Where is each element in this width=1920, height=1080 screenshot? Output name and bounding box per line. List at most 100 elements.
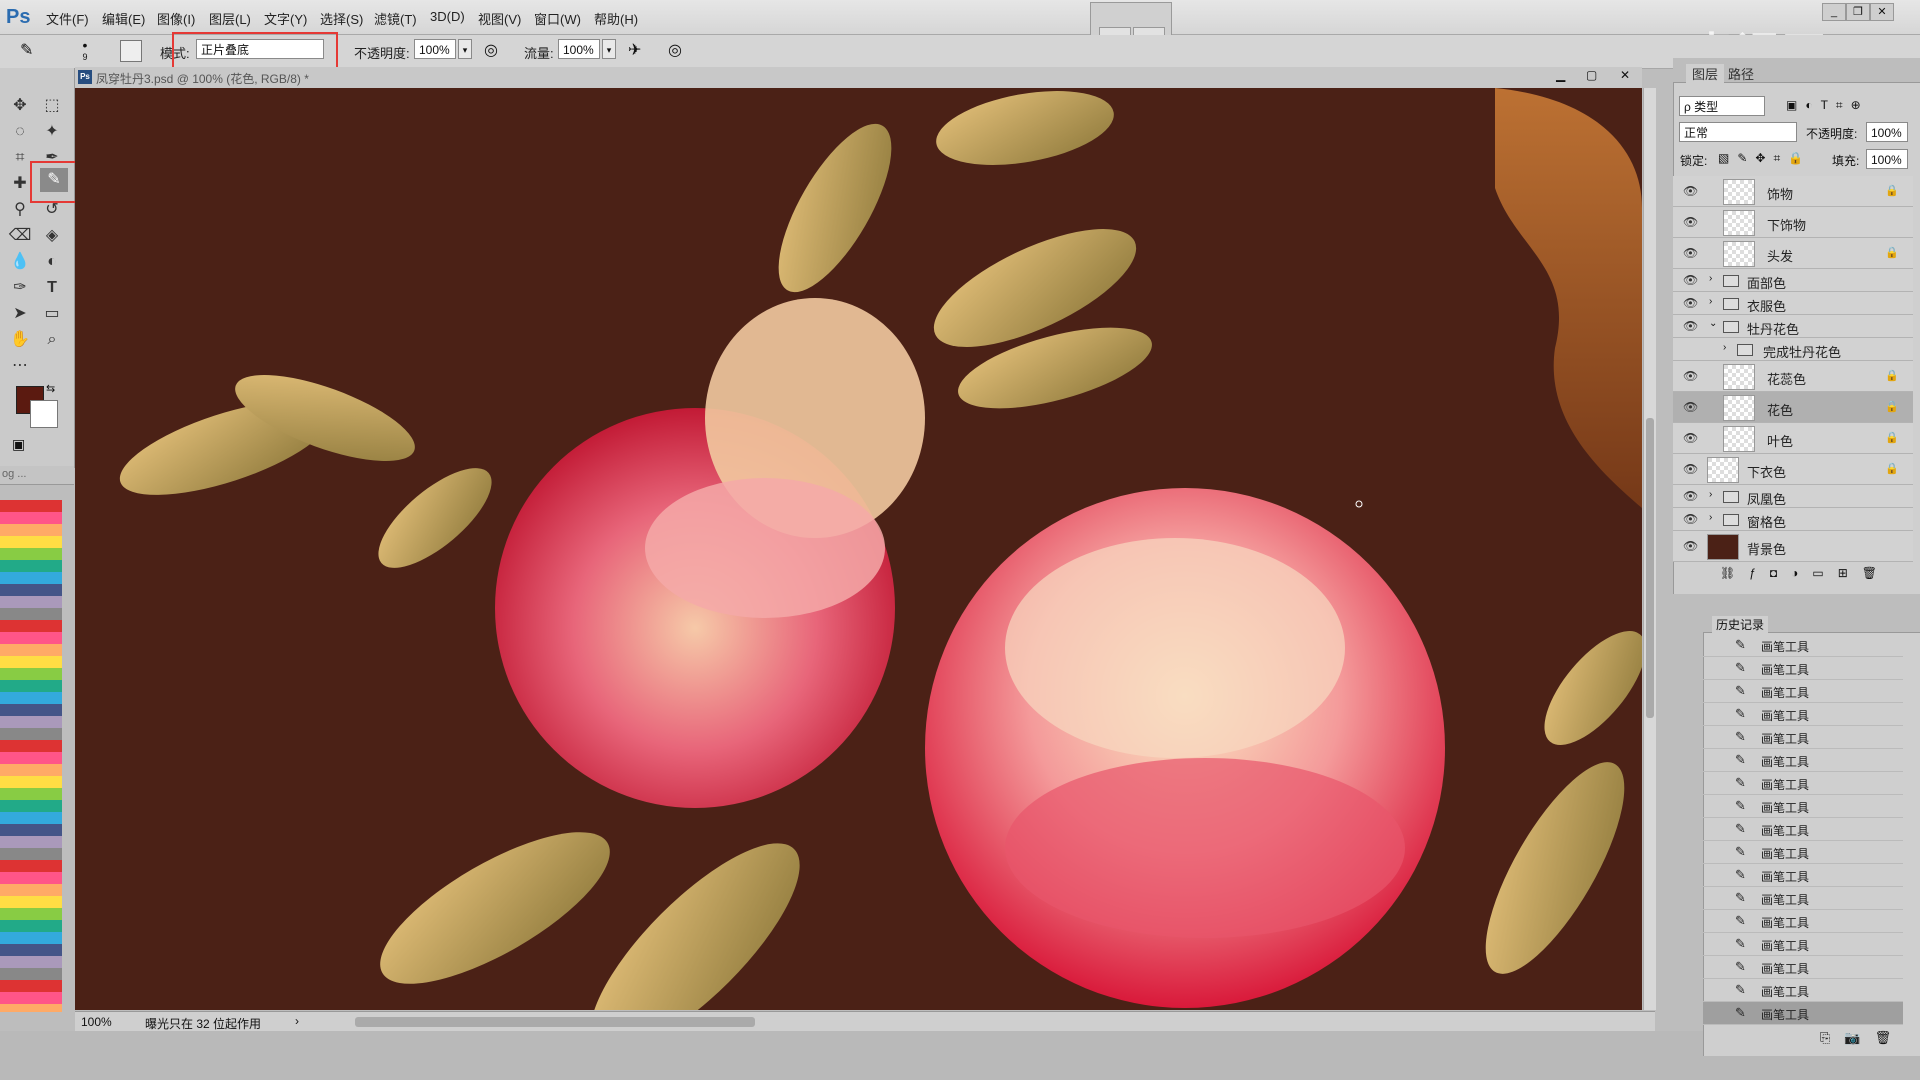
history-item[interactable]: ✎ 画笔工具 [1703, 887, 1903, 910]
more-tools-icon[interactable]: ⋯ [6, 354, 34, 378]
layer-actions-icons[interactable]: ⛓ƒ◘◑▭⊞🗑 [1720, 566, 1891, 580]
marquee-tool-icon[interactable]: ⬚ [38, 94, 66, 118]
layer-row[interactable]: 👁 饰物 🔒 [1673, 176, 1913, 207]
flow-input[interactable]: 100% [558, 39, 600, 59]
history-item[interactable]: ✎ 画笔工具 [1703, 703, 1903, 726]
layer-fill-input[interactable]: 100% [1866, 149, 1908, 169]
tab-paths[interactable]: 路径 [1728, 64, 1754, 83]
pen-tool-icon[interactable]: ✑ [6, 276, 34, 300]
tab-history[interactable]: 历史记录 [1712, 616, 1769, 633]
swap-colors-icon[interactable]: ⇆ [46, 382, 55, 395]
collapse-chevron-icon[interactable]: ⌄ [1709, 318, 1717, 329]
opacity-input[interactable]: 100% [414, 39, 456, 59]
path-selection-tool-icon[interactable]: ➤ [6, 302, 34, 326]
zoom-level[interactable]: 100% [81, 1015, 112, 1029]
pressure-opacity-icon[interactable]: ◎ [484, 40, 498, 60]
visibility-eye-icon[interactable]: 👁 [1683, 462, 1698, 476]
history-item[interactable]: ✎ 画笔工具 [1703, 933, 1903, 956]
hand-tool-icon[interactable]: ✋ [6, 328, 34, 352]
status-menu-arrow-icon[interactable]: › [295, 1014, 299, 1028]
menu-view[interactable]: 视图(V) [478, 9, 521, 28]
zoom-tool-icon[interactable]: ⌕ [38, 328, 66, 352]
history-item[interactable]: ✎ 画笔工具 [1703, 726, 1903, 749]
history-item[interactable]: ✎ 画笔工具 [1703, 680, 1903, 703]
lasso-tool-icon[interactable]: ◌ [6, 120, 34, 144]
menu-edit[interactable]: 编辑(E) [102, 9, 145, 28]
layer-group-row[interactable]: 👁 ⌄ 牡丹花色 [1673, 315, 1913, 338]
visibility-eye-icon[interactable]: 👁 [1683, 184, 1698, 198]
history-item[interactable]: ✎ 画笔工具 [1703, 634, 1903, 657]
type-tool-icon[interactable]: T [38, 276, 66, 300]
history-item[interactable]: ✎ 画笔工具 [1703, 910, 1903, 933]
dodge-tool-icon[interactable]: ◐ [38, 250, 66, 274]
visibility-eye-icon[interactable]: 👁 [1683, 539, 1698, 553]
pressure-size-icon[interactable]: ◎ [668, 40, 682, 60]
visibility-eye-icon[interactable]: 👁 [1683, 431, 1698, 445]
layer-row[interactable]: 👁 下饰物 [1673, 207, 1913, 238]
layer-row[interactable]: 👁 头发 🔒 [1673, 238, 1913, 269]
layer-row-selected[interactable]: 👁 花色 🔒 [1673, 392, 1913, 423]
brush-panel-toggle-icon[interactable] [120, 40, 142, 62]
layer-group-row[interactable]: › 完成牡丹花色 [1673, 338, 1913, 361]
visibility-eye-icon[interactable]: 👁 [1683, 215, 1698, 229]
layer-group-row[interactable]: 👁 › 窗格色 [1673, 508, 1913, 531]
eraser-tool-icon[interactable]: ⌫ [6, 224, 34, 248]
menu-select[interactable]: 选择(S) [320, 9, 363, 28]
paint-bucket-tool-icon[interactable]: ◈ [38, 224, 66, 248]
history-item[interactable]: ✎ 画笔工具 [1703, 956, 1903, 979]
expand-chevron-icon[interactable]: › [1709, 512, 1712, 523]
document-canvas[interactable] [75, 88, 1642, 1010]
airbrush-icon[interactable]: ✈ [628, 40, 641, 60]
layer-filter-select[interactable]: ρ 类型 [1679, 96, 1765, 116]
tab-layers[interactable]: 图层 [1686, 64, 1725, 83]
magic-wand-tool-icon[interactable]: ✦ [38, 120, 66, 144]
clone-stamp-tool-icon[interactable]: ⚲ [6, 198, 34, 222]
blend-mode-select[interactable]: 正常 [1679, 122, 1797, 142]
visibility-eye-icon[interactable]: 👁 [1683, 400, 1698, 414]
flow-dropdown-icon[interactable]: ▾ [602, 39, 616, 59]
menu-file[interactable]: 文件(F) [46, 9, 89, 28]
menu-help[interactable]: 帮助(H) [594, 9, 638, 28]
doc-restore-button[interactable]: ▢ [1586, 68, 1597, 82]
opacity-dropdown-icon[interactable]: ▾ [458, 39, 472, 59]
history-item[interactable]: ✎ 画笔工具 [1703, 657, 1903, 680]
screen-mode-icon[interactable]: ▣ [12, 436, 25, 453]
canvas-vertical-scrollbar[interactable] [1643, 88, 1656, 1010]
visibility-eye-icon[interactable]: 👁 [1683, 246, 1698, 260]
doc-close-button[interactable]: ✕ [1620, 68, 1630, 82]
visibility-eye-icon[interactable]: 👁 [1683, 273, 1698, 287]
visibility-eye-icon[interactable]: 👁 [1683, 296, 1698, 310]
layer-filter-icons[interactable]: ▣◐T⌗⊕ [1786, 98, 1869, 113]
history-item[interactable]: ✎ 画笔工具 [1703, 772, 1903, 795]
layer-group-row[interactable]: 👁 › 凤凰色 [1673, 485, 1913, 508]
horizontal-scrollbar[interactable] [355, 1017, 755, 1027]
rectangle-tool-icon[interactable]: ▭ [38, 302, 66, 326]
menu-image[interactable]: 图像(I) [157, 9, 195, 28]
menu-window[interactable]: 窗口(W) [534, 9, 581, 28]
layer-row[interactable]: 👁 叶色 🔒 [1673, 423, 1913, 454]
move-tool-icon[interactable]: ✥ [6, 94, 34, 118]
layer-row[interactable]: 👁 下衣色 🔒 [1673, 454, 1913, 485]
brush-size-picker[interactable]: • 9 [70, 38, 100, 64]
history-item-current[interactable]: ✎ 画笔工具 [1703, 1002, 1903, 1025]
expand-chevron-icon[interactable]: › [1723, 342, 1726, 353]
menu-filter[interactable]: 滤镜(T) [374, 9, 417, 28]
history-item[interactable]: ✎ 画笔工具 [1703, 979, 1903, 1002]
brush-tool-preset-icon[interactable]: ✎ [20, 40, 46, 62]
layer-opacity-input[interactable]: 100% [1866, 122, 1908, 142]
document-tab[interactable] [75, 67, 1642, 89]
menu-3d[interactable]: 3D(D) [430, 9, 465, 24]
history-actions-icons[interactable]: ⎘📷🗑 [1820, 1030, 1905, 1046]
expand-chevron-icon[interactable]: › [1709, 296, 1712, 307]
history-item[interactable]: ✎ 画笔工具 [1703, 795, 1903, 818]
scrollbar-thumb[interactable] [1646, 418, 1654, 718]
background-color-swatch[interactable] [30, 400, 58, 428]
menu-type[interactable]: 文字(Y) [264, 9, 307, 28]
visibility-eye-icon[interactable]: 👁 [1683, 369, 1698, 383]
visibility-eye-icon[interactable]: 👁 [1683, 319, 1698, 333]
history-item[interactable]: ✎ 画笔工具 [1703, 841, 1903, 864]
lock-options-icons[interactable]: ▧✎✥⌗🔒 [1718, 151, 1811, 166]
blur-tool-icon[interactable]: 💧 [6, 250, 34, 274]
history-item[interactable]: ✎ 画笔工具 [1703, 864, 1903, 887]
expand-chevron-icon[interactable]: › [1709, 489, 1712, 500]
